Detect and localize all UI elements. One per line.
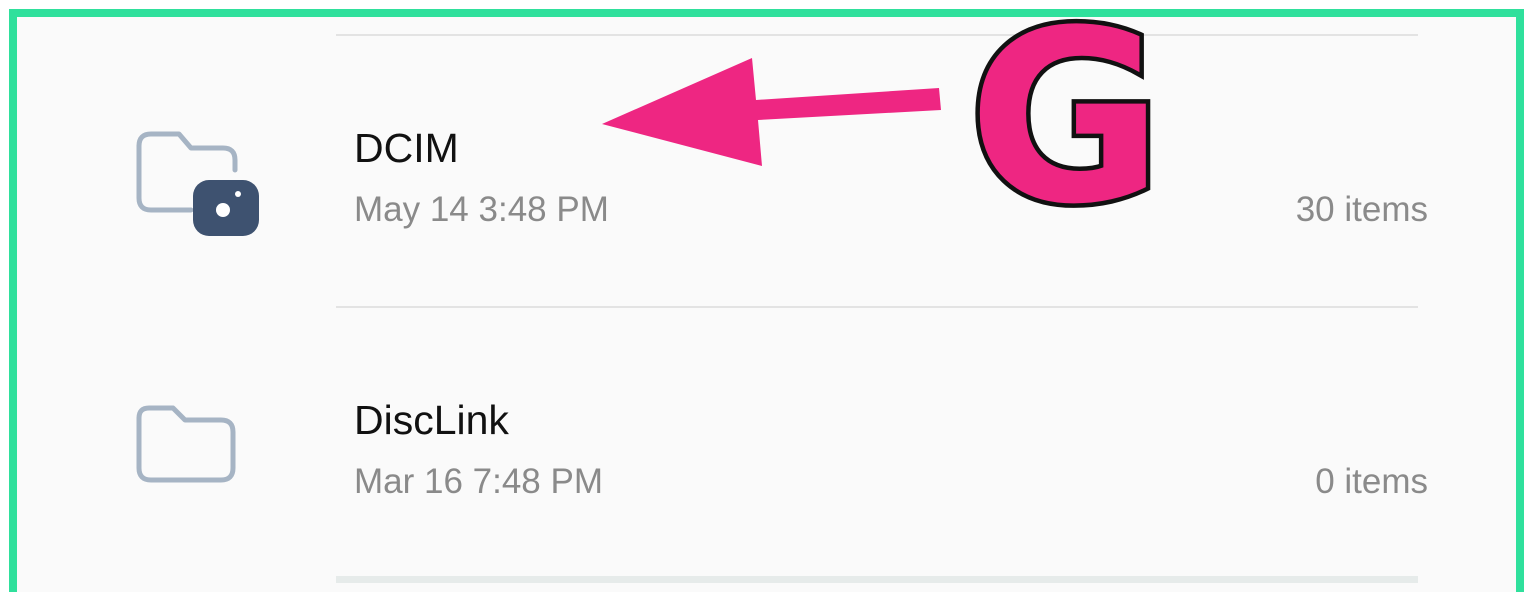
item-date: Mar 16 7:48 PM xyxy=(354,462,603,501)
divider xyxy=(336,306,1418,308)
list-item-dcim[interactable]: DCIM May 14 3:48 PM 30 items xyxy=(17,40,1516,308)
item-count: 0 items xyxy=(1315,462,1428,501)
camera-folder-icon xyxy=(135,130,275,250)
item-title: DiscLink xyxy=(354,397,509,443)
item-count: 30 items xyxy=(1295,190,1428,229)
step-letter-label: G xyxy=(963,0,1167,257)
screenshot-frame: DCIM May 14 3:48 PM 30 items DiscLink Ma… xyxy=(0,0,1534,592)
folder-icon xyxy=(135,404,245,499)
item-title: DCIM xyxy=(354,125,459,171)
next-row-edge xyxy=(336,576,1418,583)
item-date: May 14 3:48 PM xyxy=(354,190,609,229)
divider xyxy=(336,34,1418,36)
list-item-disclink[interactable]: DiscLink Mar 16 7:48 PM 0 items xyxy=(17,312,1516,580)
